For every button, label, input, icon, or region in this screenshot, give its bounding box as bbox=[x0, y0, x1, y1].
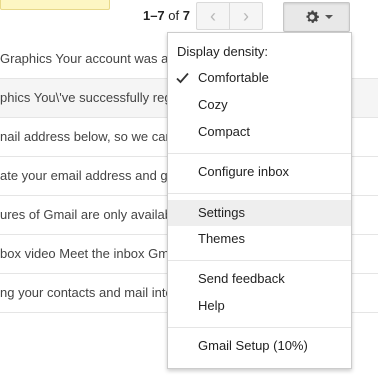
menu-divider bbox=[168, 327, 351, 328]
menu-item-themes[interactable]: Themes bbox=[168, 226, 351, 252]
email-snippet: ate your email address and ge bbox=[0, 168, 175, 183]
menu-divider bbox=[168, 153, 351, 154]
menu-item-label: Cozy bbox=[198, 97, 228, 112]
email-snippet: phics You\'ve successfully reg bbox=[0, 90, 172, 105]
menu-item-comfortable[interactable]: Comfortable bbox=[168, 65, 351, 91]
gear-icon bbox=[306, 10, 320, 23]
email-snippet: box video Meet the inbox Gma bbox=[0, 246, 177, 261]
menu-item-label: Gmail Setup (10%) bbox=[198, 338, 308, 353]
menu-divider bbox=[168, 193, 351, 194]
menu-item-configure-inbox[interactable]: Configure inbox bbox=[168, 159, 351, 185]
menu-item-compact[interactable]: Compact bbox=[168, 119, 351, 145]
menu-item-label: Send feedback bbox=[198, 271, 285, 286]
email-snippet: nail address below, so we can bbox=[0, 129, 173, 144]
newer-button[interactable]: › bbox=[229, 2, 263, 30]
email-snippet: Graphics Your account was ac bbox=[0, 51, 175, 66]
pager-of: of bbox=[168, 8, 180, 23]
menu-item-label: Themes bbox=[198, 231, 245, 246]
pager-range: 1–7 bbox=[142, 8, 165, 23]
chevron-left-icon: ‹ bbox=[210, 6, 216, 26]
settings-menu: Display density: Comfortable Cozy Compac… bbox=[167, 32, 352, 369]
pager-total: 7 bbox=[182, 8, 190, 23]
menu-item-label: Comfortable bbox=[198, 70, 269, 85]
caret-down-icon bbox=[325, 15, 333, 19]
menu-item-cozy[interactable]: Cozy bbox=[168, 92, 351, 118]
older-button[interactable]: ‹ bbox=[196, 2, 230, 30]
chevron-right-icon: › bbox=[243, 6, 249, 26]
density-header: Display density: bbox=[177, 44, 269, 59]
menu-item-label: Compact bbox=[198, 124, 251, 139]
checkmark-icon bbox=[176, 72, 189, 84]
email-snippet: ng your contacts and mail into bbox=[0, 285, 173, 300]
tooltip-stub bbox=[0, 0, 110, 10]
menu-item-gmail-setup[interactable]: Gmail Setup (10%) bbox=[168, 333, 351, 359]
menu-divider bbox=[168, 260, 351, 261]
menu-item-help[interactable]: Help bbox=[168, 293, 351, 319]
pager-count: 1–7 of 7 bbox=[138, 6, 190, 26]
menu-item-label: Settings bbox=[198, 205, 245, 220]
menu-item-settings[interactable]: Settings bbox=[168, 200, 351, 226]
menu-item-label: Configure inbox bbox=[198, 164, 290, 179]
settings-button[interactable] bbox=[283, 2, 350, 32]
email-snippet: ures of Gmail are only availab bbox=[0, 207, 172, 222]
menu-item-send-feedback[interactable]: Send feedback bbox=[168, 266, 351, 292]
menu-item-label: Help bbox=[198, 298, 225, 313]
